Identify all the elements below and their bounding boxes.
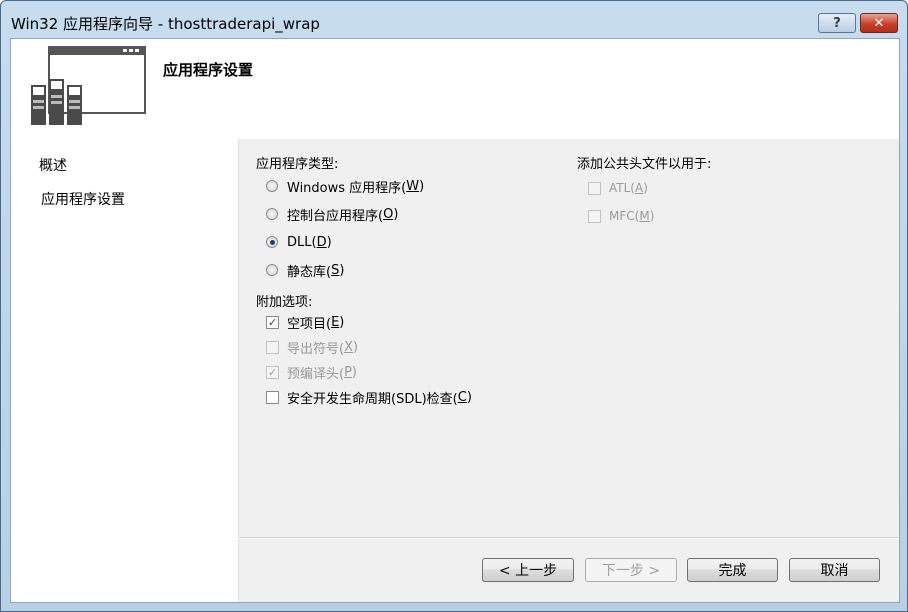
settings-panel: 应用程序类型: Windows 应用程序(W) 控制台应用程序(O) DLL(D… bbox=[238, 139, 899, 539]
title-bar: Win32 应用程序向导 - thosttraderapi_wrap ? ✕ bbox=[1, 1, 907, 39]
checkbox-unchecked-disabled bbox=[588, 181, 601, 195]
option-text-end: ) bbox=[649, 209, 655, 223]
checkbox-precompiled-header: ✓ 预编译头(P) bbox=[266, 362, 357, 382]
radio-indicator[interactable] bbox=[266, 208, 278, 220]
option-accelerator: S bbox=[331, 262, 340, 278]
option-text: 静态库( bbox=[287, 264, 332, 280]
checkbox-unchecked-disabled bbox=[588, 209, 601, 223]
radio-static-lib[interactable]: 静态库(S) bbox=[266, 260, 344, 280]
help-button[interactable]: ? bbox=[818, 13, 856, 33]
option-text: MFC( bbox=[609, 209, 640, 223]
common-headers-label: 添加公共头文件以用于: bbox=[577, 157, 712, 172]
checkbox-checked-disabled: ✓ bbox=[266, 365, 279, 379]
option-text: 安全开发生命周期(SDL)检查( bbox=[287, 391, 458, 407]
radio-windows-app[interactable]: Windows 应用程序(W) bbox=[266, 176, 424, 196]
close-button[interactable]: ✕ bbox=[860, 13, 898, 33]
option-accelerator: A bbox=[634, 181, 644, 195]
checkbox-empty-project[interactable]: ✓ 空项目(E) bbox=[266, 312, 344, 332]
checkbox-export-symbols: 导出符号(X) bbox=[266, 337, 358, 357]
option-accelerator: E bbox=[331, 314, 340, 330]
wizard-header: 应用程序设置 bbox=[11, 39, 899, 139]
option-text: Windows 应用程序( bbox=[287, 180, 407, 196]
sidebar-item-overview[interactable]: 概述 bbox=[39, 155, 67, 175]
page-title: 应用程序设置 bbox=[163, 61, 254, 79]
option-accelerator: W bbox=[406, 178, 420, 194]
wizard-sidebar: 概述 应用程序设置 bbox=[11, 139, 238, 602]
window-title: Win32 应用程序向导 - thosttraderapi_wrap bbox=[11, 15, 320, 33]
radio-indicator[interactable] bbox=[266, 264, 278, 276]
radio-indicator[interactable] bbox=[266, 180, 278, 192]
option-text-end: ) bbox=[466, 389, 472, 405]
option-text-end: ) bbox=[643, 181, 648, 195]
option-text-end: ) bbox=[339, 262, 345, 278]
option-text: 导出符号( bbox=[287, 341, 345, 357]
checkbox-mfc: MFC(M) bbox=[588, 206, 654, 226]
wizard-window: Win32 应用程序向导 - thosttraderapi_wrap ? ✕ 应… bbox=[0, 0, 908, 612]
option-text-end: ) bbox=[352, 339, 359, 355]
app-type-label: 应用程序类型: bbox=[256, 157, 339, 172]
option-text-end: ) bbox=[339, 314, 345, 330]
option-text: 控制台应用程序( bbox=[287, 208, 384, 224]
radio-indicator-selected[interactable] bbox=[266, 236, 278, 248]
footer-divider-highlight bbox=[238, 538, 899, 539]
option-text: ATL( bbox=[609, 181, 635, 195]
checkbox-atl: ATL(A) bbox=[588, 178, 648, 198]
option-text-end: ) bbox=[393, 206, 399, 222]
radio-dll[interactable]: DLL(D) bbox=[266, 232, 332, 252]
option-accelerator: O bbox=[383, 206, 394, 222]
checkbox-unchecked[interactable] bbox=[266, 390, 279, 404]
checkbox-checked[interactable]: ✓ bbox=[266, 315, 279, 329]
option-text-end: ) bbox=[351, 364, 357, 380]
checkbox-sdl-checks[interactable]: 安全开发生命周期(SDL)检查(C) bbox=[266, 387, 472, 407]
option-text: 空项目( bbox=[287, 316, 332, 332]
option-accelerator: X bbox=[344, 339, 353, 355]
extra-options-label: 附加选项: bbox=[256, 295, 313, 310]
option-accelerator: C bbox=[457, 389, 467, 405]
option-text-end: ) bbox=[326, 234, 332, 250]
application-wizard-icon bbox=[31, 46, 146, 125]
wizard-client-area: 应用程序设置 概述 应用程序设置 应用程序类型: Windows 应用程序(W)… bbox=[10, 38, 900, 603]
sidebar-item-app-settings[interactable]: 应用程序设置 bbox=[41, 189, 125, 209]
option-text-end: ) bbox=[419, 178, 425, 194]
previous-button[interactable]: < 上一步 bbox=[482, 558, 574, 582]
option-accelerator: D bbox=[316, 234, 327, 250]
checkbox-unchecked-disabled bbox=[266, 340, 279, 354]
option-accelerator: M bbox=[639, 209, 650, 223]
next-button: 下一步 > bbox=[585, 558, 677, 582]
cancel-button[interactable]: 取消 bbox=[789, 558, 880, 582]
option-text: DLL( bbox=[287, 234, 317, 250]
option-accelerator: P bbox=[344, 364, 352, 380]
radio-console-app[interactable]: 控制台应用程序(O) bbox=[266, 204, 398, 224]
finish-button[interactable]: 完成 bbox=[687, 558, 778, 582]
option-text: 预编译头( bbox=[287, 366, 345, 382]
